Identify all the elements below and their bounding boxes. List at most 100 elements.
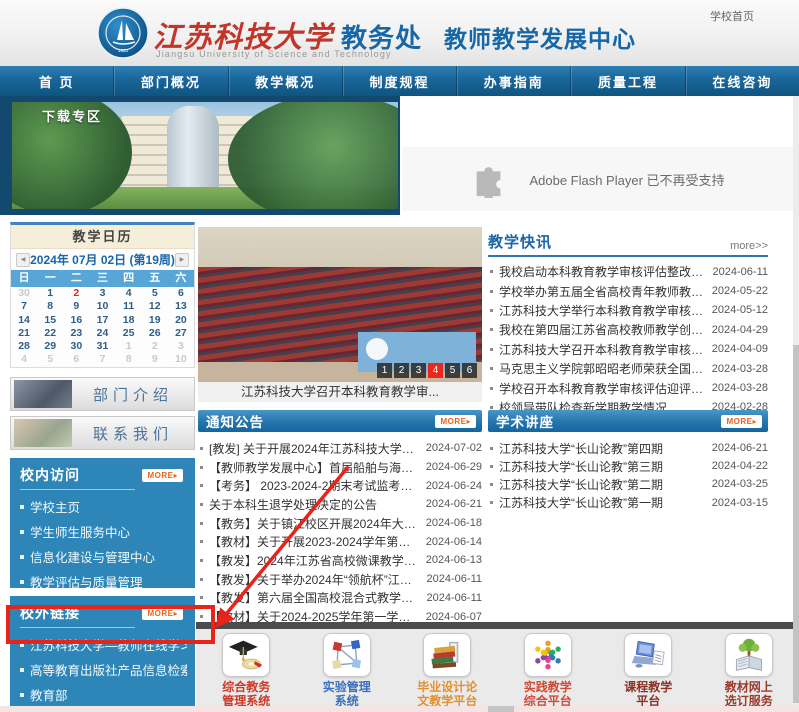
news-item[interactable]: 我校在第四届江苏省高校教师教学创新大赛...2024-04-29 [488,320,768,339]
flash-notice-text: Adobe Flash Player 已不再受支持 [529,170,724,189]
weekday-label: 六 [168,270,194,287]
calendar-day: 10 [168,353,194,366]
quick-systems-row: 综合教务管理系统 实验管理系统 毕业设计论文教学平台 [196,629,799,706]
system-icon-tile[interactable] [524,633,572,677]
bullet-icon [20,693,24,697]
campus-link-item[interactable]: 信息化建设与管理中心 [20,544,187,569]
calendar-day: 10 [89,300,115,313]
bullet-icon [20,555,24,559]
notices-more-button[interactable]: MORE▸ [435,415,476,428]
calendar-day: 28 [11,340,37,353]
notice-item[interactable]: 【教师教学发展中心】首届船舶与海洋工程...2024-06-29 [198,458,482,477]
external-link-item[interactable]: 教育部 [20,682,187,707]
nav-item[interactable]: 教学概况 [228,66,342,96]
notice-item[interactable]: 【教发】第六届全国高校混合式教学设计创...2024-06-11 [198,589,482,608]
system-icon-tile[interactable] [222,633,270,677]
system-label: 毕业设计论文教学平台 [417,680,477,708]
contact-us-label: 联系我们 [72,423,194,444]
system-icon-tile[interactable] [624,633,672,677]
weekday-label: 一 [37,270,63,287]
bullet-icon [490,328,493,331]
notice-item[interactable]: 【教发】2024年江苏省高校微课教学比赛推...2024-06-13 [198,551,482,570]
calendar-day: 8 [116,353,142,366]
nav-item[interactable]: 制度规程 [342,66,456,96]
nav-item[interactable]: 首 页 [0,66,113,96]
calendar-prev-button[interactable]: ◀ [16,253,30,267]
news-item[interactable]: 学校召开本科教育教学审核评估迎评专题...2024-03-28 [488,378,768,397]
notice-item[interactable]: 【教材】关于开展2023-2024学年第二学期...2024-06-14 [198,532,482,551]
teaching-news-more-link[interactable]: more>> [730,240,768,252]
campus-links-more-button[interactable]: MORE▸ [142,469,183,482]
nav-item[interactable]: 质量工程 [570,66,684,96]
system-shortcut[interactable]: 实践教学综合平台 [501,633,595,708]
lecture-item[interactable]: 江苏科技大学“长山论教”第三期2024-04-22 [488,457,768,475]
calendar-day: 17 [89,314,115,327]
nav-item[interactable]: 部门概况 [113,66,227,96]
system-icon-tile[interactable] [323,633,371,677]
campus-link-item[interactable]: 学生师生服务中心 [20,519,187,544]
news-item[interactable]: 我校启动本科教育教学审核评估整改工作2024-06-11 [488,262,768,281]
banner-region: 下载专区 Adobe Flash Player 已不再受支持 [0,96,799,215]
system-icon-tile[interactable] [423,633,471,677]
dept-intro-photo [14,380,72,408]
bullet-icon [490,501,493,504]
lecture-item[interactable]: 江苏科技大学“长山论教”第二期2024-03-25 [488,475,768,493]
notice-item[interactable]: 【教发】关于举办2024年“领航杯”江苏省...2024-06-11 [198,570,482,589]
calendar-day: 7 [11,300,37,313]
lecture-item[interactable]: 江苏科技大学“长山论教”第四期2024-06-21 [488,439,768,457]
nav-item[interactable]: 办事指南 [456,66,570,96]
calendar-day: 3 [168,340,194,353]
external-link-item[interactable]: 江苏科技大学—教师在线学习中心 [20,632,187,657]
news-carousel[interactable]: 123456 江苏科技大学召开本科教育教学审... [198,227,482,402]
system-shortcut[interactable]: 综合教务管理系统 [199,633,293,708]
calendar-next-button[interactable]: ▶ [175,253,189,267]
lecture-item[interactable]: 江苏科技大学“长山论教”第一期2024-03-15 [488,494,768,512]
system-icon [630,637,666,673]
scrollbar-thumb[interactable] [793,345,799,703]
contact-us-banner[interactable]: 联系我们 [10,416,195,450]
campus-link-item[interactable]: 教学评估与质量管理 [20,569,187,594]
notice-item[interactable]: 【考务】 2023-2024-2期末考试监考班车安...2024-06-24 [198,476,482,495]
calendar-day: 9 [63,300,89,313]
notice-item[interactable]: 关于本科生退学处理决定的公告2024-06-21 [198,495,482,514]
system-shortcut[interactable]: 课程教学平台 [601,633,695,708]
external-links-title: 校外链接 [20,603,142,623]
bullet-icon [490,290,493,293]
school-home-link[interactable]: 学校首页 [710,8,754,24]
carousel-page-button[interactable]: 6 [462,363,477,378]
notice-item[interactable]: 【教务】关于镇江校区开展2024年大类专业...2024-06-18 [198,514,482,533]
news-item[interactable]: 马克思主义学院郭昭昭老师荣获全国高校思...2024-03-28 [488,359,768,378]
nav-item[interactable]: 在线咨询 [685,66,799,96]
svg-text:1933: 1933 [118,48,129,53]
horizontal-scrollbar-thumb[interactable] [488,706,514,712]
news-item[interactable]: 学校举办第五届全省高校青年教师教学竞赛...2024-05-22 [488,281,768,300]
carousel-page-button[interactable]: 1 [377,363,392,378]
system-shortcut[interactable]: 毕业设计论文教学平台 [400,633,494,708]
system-shortcut[interactable]: 教材网上选订服务 [702,633,796,708]
puzzle-piece-icon [471,160,509,198]
carousel-page-button[interactable]: 5 [445,363,460,378]
calendar-day: 30 [63,340,89,353]
campus-link-item[interactable]: 学校主页 [20,494,187,519]
lectures-more-button[interactable]: MORE▸ [721,415,762,428]
carousel-page-button[interactable]: 2 [394,363,409,378]
carousel-photo[interactable] [198,227,482,382]
carousel-page-button[interactable]: 4 [428,363,443,378]
download-zone-link[interactable]: 下载专区 [42,106,102,125]
carousel-page-button[interactable]: 3 [411,363,426,378]
external-link-item[interactable]: 高等教育出版社产品信息检索系统 [20,657,187,682]
page: 学校首页 1933 江苏科技大学 教务处 教师教学发展中心 Jiangsu Un… [0,0,799,712]
dept-intro-banner[interactable]: 部门介绍 [10,377,195,411]
system-icon-tile[interactable] [725,633,773,677]
external-links-more-button[interactable]: MORE▸ [142,607,183,620]
calendar-day: 15 [37,314,63,327]
notice-item[interactable]: [教发] 关于开展2024年江苏科技大学青年...2024-07-02 [198,439,482,458]
calendar-grid: 3012345678910111213141516171819202122232… [11,287,194,367]
carousel-caption[interactable]: 江苏科技大学召开本科教育教学审... [198,382,482,402]
dept-title-2: 教师教学发展中心 [444,20,636,54]
news-item[interactable]: 江苏科技大学召开本科教育教学审核评估启...2024-04-09 [488,340,768,359]
calendar-day: 6 [63,353,89,366]
news-item[interactable]: 江苏科技大学举行本科教育教学审核评估专...2024-05-12 [488,301,768,320]
system-shortcut[interactable]: 实验管理系统 [300,633,394,708]
system-icon [731,637,767,673]
